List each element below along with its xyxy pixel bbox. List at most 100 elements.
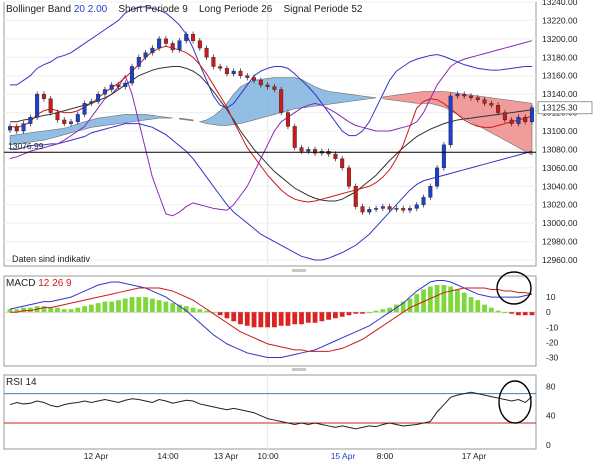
macd-histogram-bar (502, 312, 508, 314)
y-tick-label: 12980.00 (542, 237, 578, 247)
macd-histogram-bar (285, 312, 291, 326)
candle (455, 93, 460, 97)
macd-y-tick-label: 0 (546, 307, 551, 317)
candle (448, 95, 453, 146)
macd-histogram-bar (333, 312, 338, 319)
candle (516, 116, 521, 124)
candle (482, 99, 487, 104)
macd-histogram-bar (475, 300, 481, 313)
macd-histogram-bar (339, 312, 345, 317)
rsi-period: 14 (25, 377, 37, 388)
candle (353, 186, 358, 207)
candle (265, 84, 270, 87)
macd-histogram-bar (366, 312, 372, 314)
macd-histogram-bar (156, 300, 162, 313)
candle (163, 38, 168, 44)
candle (462, 93, 467, 97)
candle (380, 206, 385, 209)
candle (428, 186, 433, 198)
bb-name: Bollinger Band (6, 4, 72, 15)
macd-histogram-bar (122, 298, 128, 313)
candle (7, 126, 12, 131)
candle (245, 75, 250, 78)
macd-histogram-bar (61, 309, 67, 313)
macd-histogram-bar (163, 301, 169, 313)
macd-histogram-bar (197, 309, 203, 313)
candle (367, 209, 372, 213)
macd-histogram-bar (82, 306, 87, 313)
y-tick-label: 13100.00 (542, 126, 578, 136)
candle (394, 208, 399, 210)
macd-y-tick-label: -20 (546, 337, 559, 347)
candle (401, 208, 406, 211)
candle (523, 116, 528, 122)
macd-histogram-bar (353, 312, 359, 314)
macd-histogram-bar (238, 312, 243, 325)
candle (224, 68, 229, 75)
macd-histogram-bar (109, 301, 115, 313)
macd-histogram-bar (244, 312, 250, 326)
y-tick-label: 13140.00 (542, 89, 578, 99)
macd-histogram-bar (468, 297, 474, 313)
x-tick-label: 14:00 (157, 451, 179, 461)
macd-histogram-bar (75, 307, 81, 313)
x-tick-label: 12 Apr (84, 451, 109, 461)
candle (530, 107, 535, 122)
candle (414, 204, 419, 209)
macd-histogram-bar (461, 292, 467, 313)
candle (502, 112, 507, 121)
candle (21, 123, 26, 132)
short-value: 9 (182, 4, 188, 15)
macd-histogram-bar (488, 307, 494, 313)
candle (489, 103, 494, 106)
macd-histogram-bar (231, 312, 237, 322)
y-tick-label: 13040.00 (542, 181, 578, 191)
candle (102, 89, 107, 95)
candle (62, 119, 67, 124)
candle (292, 126, 297, 148)
macd-histogram-bar (204, 310, 209, 313)
candle (150, 47, 155, 53)
macd-histogram-bar (346, 312, 352, 316)
candle (75, 114, 80, 122)
macd-histogram-bar (495, 310, 501, 313)
y-tick-label: 13180.00 (542, 52, 578, 62)
candle (285, 112, 290, 127)
candle (184, 34, 189, 41)
long-label: Long Periode (198, 4, 259, 15)
short-label: Short Periode (118, 4, 180, 15)
candle (143, 52, 148, 58)
macd-histogram-bar (102, 301, 108, 313)
candle (333, 153, 338, 159)
macd-histogram-bar (373, 310, 379, 313)
macd-y-tick-label: 10 (546, 292, 556, 302)
candle (360, 206, 365, 213)
candle (204, 47, 209, 58)
candle (28, 116, 33, 124)
y-tick-label: 13080.00 (542, 144, 578, 154)
macd-y-tick-label: -30 (546, 352, 559, 362)
y-tick-label: 13240.00 (542, 0, 578, 7)
macd-histogram-bar (68, 309, 74, 313)
macd-p3: 9 (66, 278, 72, 289)
macd-histogram-bar (441, 285, 447, 313)
macd-histogram-bar (136, 297, 142, 313)
candle (211, 57, 216, 67)
macd-histogram-bar (407, 298, 413, 313)
candle (89, 101, 94, 104)
panel-splitter (292, 368, 306, 371)
x-tick-label: 15 Apr (331, 451, 356, 461)
x-tick-label: 8:00 (377, 451, 394, 461)
macd-histogram-bar (482, 304, 487, 313)
candle (238, 70, 243, 76)
candle (299, 147, 304, 152)
y-tick-label: 13220.00 (542, 15, 578, 25)
macd-histogram-bar (319, 312, 325, 322)
macd-histogram-bar (305, 312, 311, 323)
macd-histogram-bar (170, 303, 176, 313)
macd-histogram-bar (258, 312, 264, 328)
y-tick-label: 13200.00 (542, 34, 578, 44)
x-tick-label: 13 Apr (214, 451, 239, 461)
candle (14, 126, 19, 132)
macd-histogram-bar (522, 312, 528, 316)
